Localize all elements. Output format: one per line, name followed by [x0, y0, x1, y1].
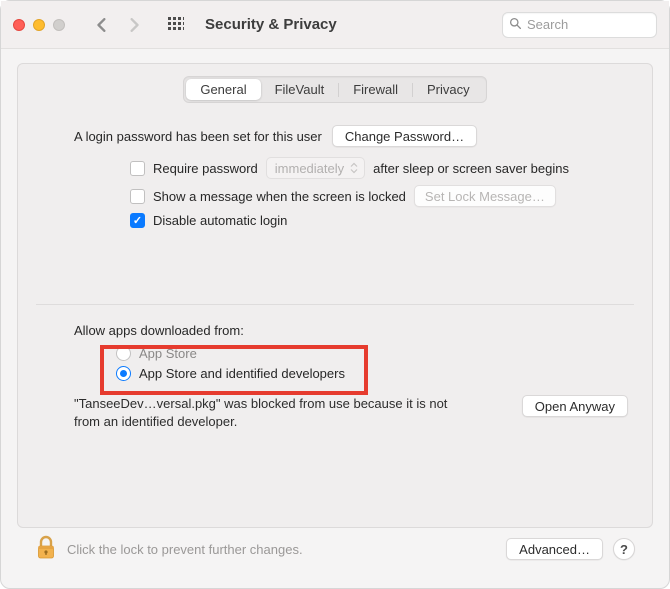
login-password-section: A login password has been set for this u…: [18, 103, 652, 234]
radio-identified-label: App Store and identified developers: [139, 366, 345, 381]
login-password-text: A login password has been set for this u…: [74, 129, 322, 144]
radio-app-store[interactable]: [116, 346, 131, 361]
settings-panel: General FileVault Firewall Privacy A log…: [17, 63, 653, 528]
window-title: Security & Privacy: [205, 16, 337, 33]
require-password-delay-value: immediately: [275, 161, 344, 176]
radio-app-store-label: App Store: [139, 346, 197, 361]
radio-identified-developers[interactable]: [116, 366, 131, 381]
disable-auto-login-label: Disable automatic login: [153, 213, 287, 228]
search-input[interactable]: [527, 17, 650, 32]
require-password-delay-select: immediately: [266, 157, 365, 179]
titlebar: Security & Privacy: [1, 1, 669, 49]
open-anyway-button[interactable]: Open Anyway: [522, 395, 628, 417]
content-area: General FileVault Firewall Privacy A log…: [1, 49, 669, 588]
require-password-label: Require password: [153, 161, 258, 176]
disable-auto-login-checkbox[interactable]: [130, 213, 145, 228]
show-message-checkbox[interactable]: [130, 189, 145, 204]
set-lock-message-button: Set Lock Message…: [414, 185, 556, 207]
minimize-icon[interactable]: [33, 19, 45, 31]
footer: Click the lock to prevent further change…: [17, 528, 653, 578]
tab-bar: General FileVault Firewall Privacy: [183, 76, 486, 103]
search-icon: [509, 17, 522, 33]
forward-button[interactable]: [121, 13, 147, 37]
require-password-checkbox[interactable]: [130, 161, 145, 176]
tab-privacy[interactable]: Privacy: [413, 79, 484, 100]
show-message-label: Show a message when the screen is locked: [153, 189, 406, 204]
show-all-button[interactable]: [163, 13, 189, 37]
traffic-lights: [13, 19, 65, 31]
tab-firewall[interactable]: Firewall: [339, 79, 412, 100]
blocked-app-text: "TanseeDev…versal.pkg" was blocked from …: [74, 395, 474, 430]
after-sleep-text: after sleep or screen saver begins: [373, 161, 569, 176]
change-password-button[interactable]: Change Password…: [332, 125, 477, 147]
tab-filevault[interactable]: FileVault: [261, 79, 339, 100]
search-field[interactable]: [502, 12, 657, 38]
back-button[interactable]: [89, 13, 115, 37]
close-icon[interactable]: [13, 19, 25, 31]
allow-apps-label: Allow apps downloaded from:: [74, 323, 628, 338]
zoom-icon: [53, 19, 65, 31]
advanced-button[interactable]: Advanced…: [506, 538, 603, 560]
chevron-updown-icon: [350, 162, 358, 174]
preferences-window: Security & Privacy General FileVault Fir…: [0, 0, 670, 589]
help-button[interactable]: ?: [613, 538, 635, 560]
tab-general[interactable]: General: [186, 79, 260, 100]
lock-icon[interactable]: [35, 535, 57, 564]
allow-apps-section: Allow apps downloaded from: App Store Ap…: [18, 305, 652, 430]
nav-buttons: [89, 13, 147, 37]
lock-hint-text: Click the lock to prevent further change…: [67, 542, 496, 557]
